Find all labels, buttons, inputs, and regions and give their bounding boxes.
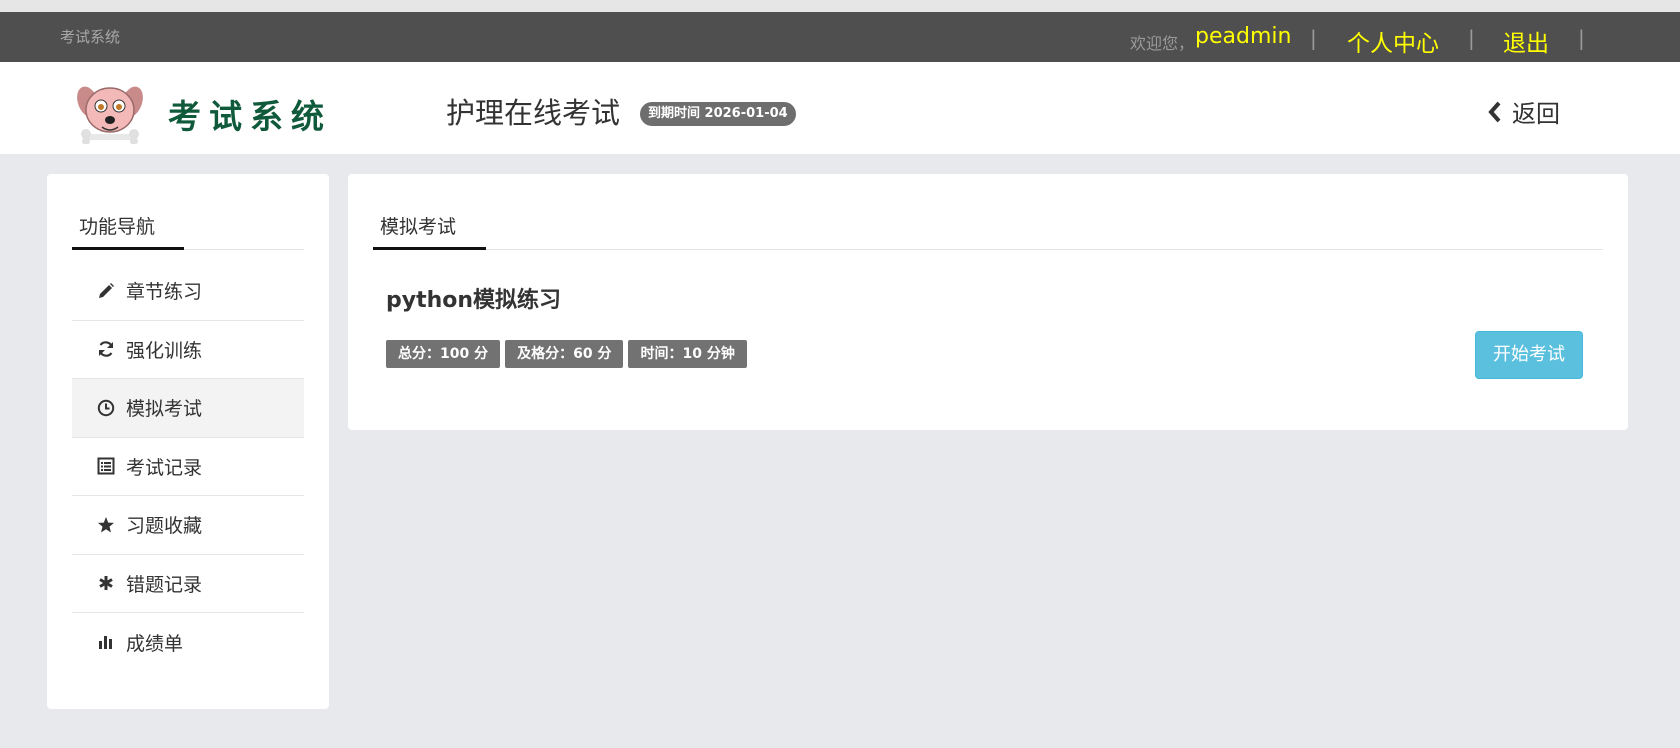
sidebar-title: 功能导航 [72,210,184,250]
sidebar-item-label: 强化训练 [126,339,203,362]
exam-info-tags: 总分：100 分 及格分：60 分 时间：10 分钟 [386,340,747,368]
sidebar-item-intensive-training[interactable]: 强化训练 [72,321,304,379]
back-button[interactable]: 返回 [1488,94,1560,129]
tab-mock-exam[interactable]: 模拟考试 [373,210,486,250]
logo-text: 考试系统 [168,97,332,136]
welcome-text: 欢迎您， [1130,34,1195,53]
star-icon [96,515,116,535]
chevron-left-icon [1488,101,1501,122]
separator: | [1468,26,1475,50]
sidebar: 功能导航 章节练习 强化训练 模拟考试 考试记录 习题收藏 错题记录 成绩单 [47,174,329,709]
asterisk-icon [96,573,116,593]
clock-icon [96,398,116,418]
sidebar-item-label: 成绩单 [126,632,184,655]
sidebar-item-favorites[interactable]: 习题收藏 [72,496,304,555]
pencil-icon [96,281,116,301]
time-badge: 时间：10 分钟 [628,340,747,368]
start-exam-button[interactable]: 开始考试 [1475,331,1583,379]
sidebar-item-wrong-answers[interactable]: 错题记录 [72,555,304,613]
separator: | [1578,26,1585,50]
username: peadmin [1195,24,1292,49]
sidebar-item-label: 错题记录 [126,573,203,596]
sidebar-item-chapter-practice[interactable]: 章节练习 [72,262,304,321]
expire-badge: 到期时间 2026-01-04 [640,102,796,126]
separator: | [1310,26,1317,50]
sidebar-header: 功能导航 [72,210,304,250]
tab-bar: 模拟考试 [373,210,1603,250]
total-score-badge: 总分：100 分 [386,340,501,368]
sidebar-item-exam-records[interactable]: 考试记录 [72,438,304,496]
profile-link[interactable]: 个人中心 [1347,24,1439,58]
logout-link[interactable]: 退出 [1503,24,1549,58]
back-label: 返回 [1512,100,1560,128]
dog-logo-icon [74,80,146,145]
system-name: 考试系统 [60,28,121,46]
main-panel: 模拟考试 python模拟练习 总分：100 分 及格分：60 分 时间：10 … [348,174,1628,430]
exam-name: python模拟练习 [386,288,562,313]
refresh-icon [96,339,116,359]
sidebar-item-label: 模拟考试 [126,398,203,421]
exam-title: 护理在线考试 [446,96,621,130]
sidebar-item-mock-exam[interactable]: 模拟考试 [72,379,304,438]
sidebar-item-label: 习题收藏 [126,515,203,538]
pass-score-badge: 及格分：60 分 [505,340,624,368]
page-header: 考试系统 护理在线考试 到期时间 2026-01-04 返回 [0,62,1680,154]
top-navbar: 考试系统 欢迎您， peadmin | 个人中心 | 退出 | [0,12,1680,62]
browser-top-strip [0,0,1680,12]
sidebar-item-transcript[interactable]: 成绩单 [72,613,304,672]
sidebar-nav: 章节练习 强化训练 模拟考试 考试记录 习题收藏 错题记录 成绩单 [72,262,304,672]
sidebar-item-label: 章节练习 [126,281,203,304]
sidebar-item-label: 考试记录 [126,456,203,479]
list-icon [96,456,116,476]
bar-chart-icon [96,632,116,652]
